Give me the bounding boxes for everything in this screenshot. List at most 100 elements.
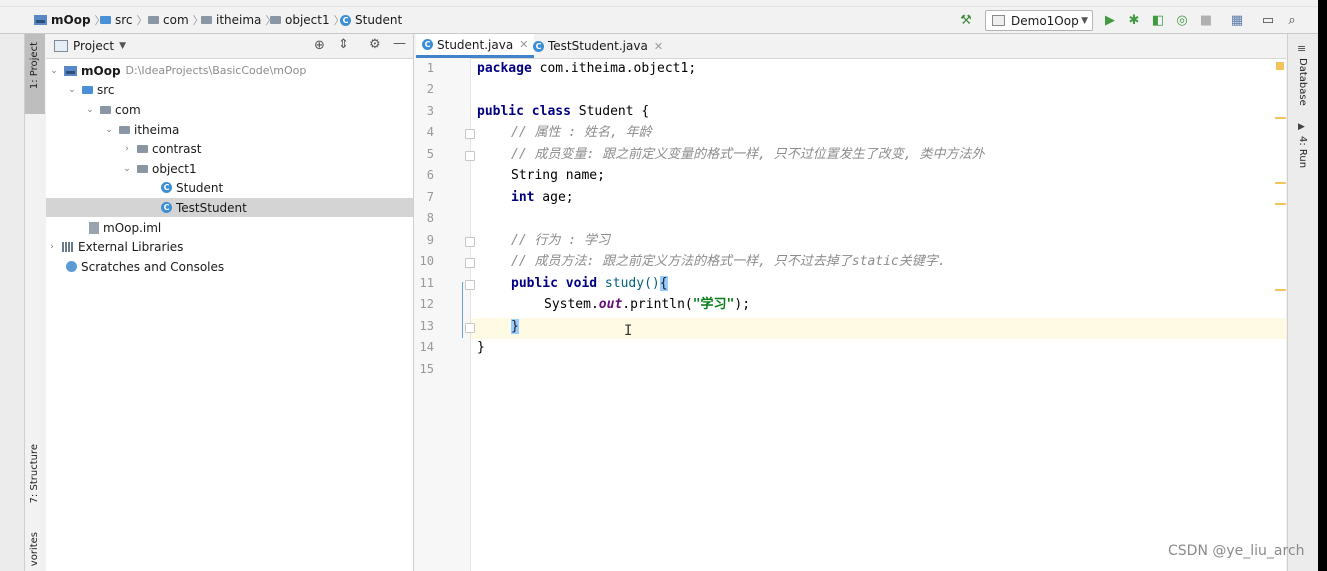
error-stripe[interactable] — [1275, 58, 1286, 571]
chevron-down-icon: ⌄ — [105, 124, 113, 135]
breadcrumb-item-com[interactable]: com 〉 — [148, 12, 204, 28]
stop-icon[interactable]: ■ — [1198, 12, 1214, 28]
config-icon — [992, 15, 1005, 26]
package-icon — [137, 144, 148, 153]
iml-file-icon — [89, 221, 99, 234]
stripe-mark[interactable] — [1275, 182, 1286, 184]
scope-indicator — [462, 282, 463, 338]
package-icon — [119, 125, 130, 134]
debug-icon[interactable]: ✱ — [1126, 12, 1142, 28]
line-number: 5 — [426, 147, 434, 161]
class-icon: C — [533, 40, 544, 52]
breadcrumb-item-student[interactable]: C Student — [340, 12, 402, 28]
module-icon — [64, 65, 77, 76]
code-area[interactable]: package com.itheima.object1; public clas… — [471, 58, 1286, 571]
tool-tab-database[interactable]: ≡ Database — [1288, 42, 1318, 112]
tool-tab-project[interactable]: 1: Project — [25, 34, 45, 114]
code-line-10: // 成员方法: 跟之前定义方法的格式一样, 只不过去掉了static关键字. — [511, 254, 946, 269]
line-number: 7 — [426, 190, 434, 204]
profile-icon[interactable]: ◎ — [1174, 12, 1190, 28]
search-icon[interactable]: ⌕ — [1284, 12, 1300, 28]
tree-item-iml[interactable]: mOop.iml — [46, 218, 413, 237]
tab-teststudent-java[interactable]: C TestStudent.java ✕ — [527, 34, 669, 58]
project-panel: Project ▼ ⊕ ⇕ ⚙ — ⌄ mOop D:\IdeaProjects… — [46, 34, 414, 571]
database-icon: ≡ — [1297, 42, 1307, 55]
module-icon — [34, 15, 47, 25]
line-number: 1 — [426, 61, 434, 75]
chevron-right-icon: › — [50, 241, 54, 252]
right-tool-strip: ≡ Database ▶ 4: Run — [1287, 34, 1318, 571]
breadcrumb-item-src[interactable]: src 〉 — [100, 12, 148, 28]
left-tool-strip — [0, 34, 25, 571]
code-line-1: package com.itheima.object1; — [477, 61, 697, 76]
chevron-down-icon: ⌄ — [86, 104, 94, 115]
breadcrumb-item-object1[interactable]: object1〉 — [270, 12, 345, 28]
build-hammer-icon[interactable]: ⚒ — [958, 12, 974, 28]
title-bar — [0, 0, 1318, 7]
run-configuration-select[interactable]: Demo1Oop ▼ — [985, 10, 1093, 31]
code-line-14: } — [477, 340, 485, 355]
line-number-gutter: 1 2 3 4 5 6 7 8 9 10 11 12 13 14 15 — [414, 58, 475, 571]
line-number: 3 — [426, 104, 434, 118]
warning-icon[interactable] — [1276, 62, 1284, 70]
tool-tab-run[interactable]: ▶ 4: Run — [1288, 122, 1318, 182]
tree-item-itheima[interactable]: ⌄ itheima — [46, 120, 413, 139]
tree-item-src[interactable]: ⌄ src — [46, 80, 413, 99]
line-number: 11 — [419, 276, 434, 290]
navigation-bar: mOop〉 src〉 com〉 itheima〉 object1〉 C Stud… — [0, 7, 1318, 34]
coverage-icon[interactable]: ◧ — [1150, 12, 1166, 28]
breadcrumb-item-itheima[interactable]: itheima〉 — [201, 12, 276, 28]
line-number: 13 — [419, 319, 434, 333]
class-icon: C — [161, 182, 172, 193]
code-line-12: System.out.println("学习"); — [544, 297, 751, 312]
line-number: 4 — [426, 125, 434, 139]
stripe-mark[interactable] — [1275, 203, 1286, 205]
package-icon — [201, 16, 212, 24]
chevron-down-icon: ⌄ — [68, 84, 76, 95]
scratches-icon — [66, 261, 77, 272]
tree-item-com[interactable]: ⌄ com — [46, 100, 413, 119]
code-line-5: // 成员变量: 跟之前定义变量的格式一样, 只不过位置发生了改变, 类中方法外 — [511, 147, 985, 162]
run-icon[interactable]: ▶ — [1102, 12, 1118, 28]
collapse-all-icon[interactable]: ⇕ — [338, 37, 349, 52]
folder-icon — [82, 85, 93, 94]
tab-student-java[interactable]: C Student.java ✕ — [416, 34, 535, 58]
chevron-down-icon: ▼ — [119, 41, 126, 51]
line-number: 2 — [426, 82, 434, 96]
project-view-select[interactable]: Project ▼ — [54, 39, 126, 53]
watermark: CSDN @ye_liu_arch — [1168, 543, 1305, 559]
code-line-9: // 行为 : 学习 — [511, 233, 610, 248]
run-icon: ▶ — [1298, 122, 1305, 132]
terminal-icon[interactable]: ▭ — [1260, 12, 1276, 28]
code-line-7: int age; — [511, 190, 574, 205]
project-structure-icon[interactable]: ▦ — [1229, 12, 1245, 28]
project-icon — [54, 40, 68, 52]
tree-item-scratches[interactable]: Scratches and Consoles — [46, 257, 413, 276]
tree-item-external-libraries[interactable]: › External Libraries — [46, 237, 413, 256]
minimize-icon[interactable]: — — [393, 36, 406, 51]
line-number: 10 — [419, 254, 434, 268]
code-editor: C Student.java ✕ C TestStudent.java ✕ 1 … — [414, 34, 1286, 571]
stripe-mark[interactable] — [1275, 289, 1286, 291]
ide-window: mOop〉 src〉 com〉 itheima〉 object1〉 C Stud… — [0, 0, 1318, 571]
gear-icon[interactable]: ⚙ — [369, 37, 381, 52]
line-number: 9 — [426, 233, 434, 247]
breadcrumb-item-module[interactable]: mOop〉 — [34, 12, 106, 28]
code-line-13: } — [511, 319, 519, 334]
tool-tab-favorites[interactable]: vorites — [25, 530, 45, 571]
tree-item-module[interactable]: ⌄ mOop D:\IdeaProjects\BasicCode\mOop — [46, 61, 413, 80]
tool-tab-structure[interactable]: 7: Structure — [25, 440, 45, 520]
package-icon — [148, 16, 159, 24]
locate-icon[interactable]: ⊕ — [314, 38, 325, 53]
editor-tabs: C Student.java ✕ C TestStudent.java ✕ — [414, 34, 1286, 59]
stripe-mark[interactable] — [1275, 117, 1286, 119]
line-number: 12 — [419, 297, 434, 311]
code-line-4: // 属性 : 姓名, 年龄 — [511, 125, 652, 140]
tree-item-student[interactable]: C Student — [46, 178, 413, 197]
tree-item-object1[interactable]: ⌄ object1 — [46, 159, 413, 178]
package-icon — [270, 16, 281, 24]
tree-item-teststudent[interactable]: C TestStudent — [46, 198, 413, 217]
tree-item-contrast[interactable]: › contrast — [46, 139, 413, 158]
line-number: 6 — [426, 168, 434, 182]
close-icon[interactable]: ✕ — [654, 40, 663, 53]
